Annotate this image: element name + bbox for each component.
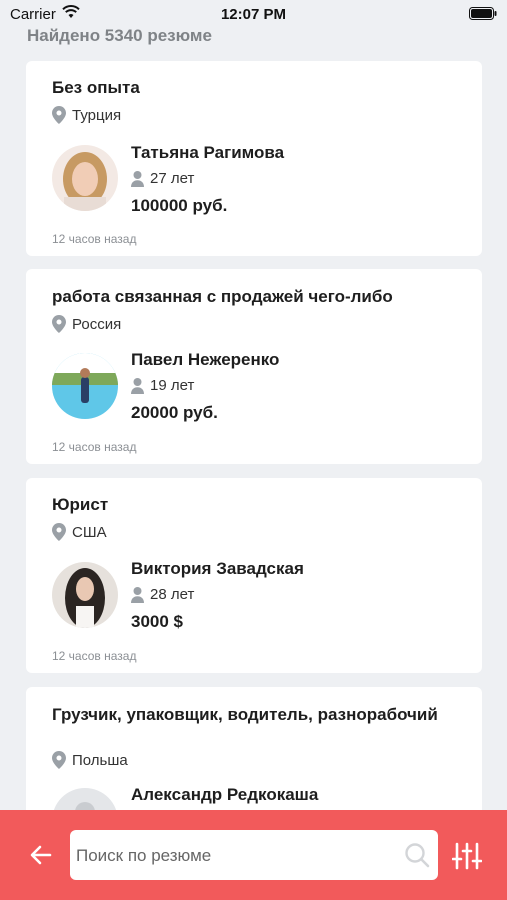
location-pin-icon [52,315,66,333]
location: США [52,523,107,541]
location-label: Турция [72,106,122,124]
location-label: Россия [72,315,122,333]
avatar [52,145,118,211]
battery-icon [469,7,497,24]
resume-card[interactable]: Без опыта Турция Татьяна Рагимова 27 лет… [26,61,482,256]
location-label: США [72,523,107,541]
location-pin-icon [52,523,66,541]
location: Турция [52,106,121,124]
candidate-name: Виктория Завадская [131,559,304,578]
sliders-icon [451,842,483,870]
arrow-left-icon [30,845,52,865]
person-icon [131,377,144,394]
job-title: Без опыта [52,78,140,97]
job-title: работа связанная с продажей чего-либо [52,287,393,306]
salary: 100000 руб. [131,196,228,215]
person-icon [131,170,144,187]
job-title: Юрист [52,495,109,514]
time-ago: 12 часов назад [52,232,137,246]
filter-button[interactable] [451,842,483,870]
time-ago: 12 часов назад [52,649,137,663]
candidate-name: Александр Редкокаша [131,785,319,804]
results-count: Найдено 5340 резюме [27,26,212,45]
age-label: 28 лет [150,586,195,603]
resume-card[interactable]: работа связанная с продажей чего-либо Ро… [26,269,482,464]
time-ago: 12 часов назад [52,440,137,454]
age: 27 лет [131,170,194,187]
resume-card[interactable]: Юрист США Виктория Завадская 28 лет 3000… [26,478,482,673]
location: Польша [52,751,128,769]
avatar [52,353,118,419]
age: 19 лет [131,377,194,394]
age: 28 лет [131,586,194,603]
location-pin-icon [52,106,66,124]
avatar [52,562,118,628]
location-label: Польша [72,751,128,769]
job-title: Грузчик, упаковщик, водитель, разнорабоч… [52,705,438,724]
person-icon [131,586,144,603]
bottom-bar [0,810,507,900]
location-pin-icon [52,751,66,769]
age-label: 27 лет [150,170,195,187]
status-bar: Carrier 12:07 PM [0,0,507,28]
candidate-name: Татьяна Рагимова [131,143,285,162]
salary: 3000 $ [131,612,183,631]
clock: 12:07 PM [220,6,287,23]
location: Россия [52,315,121,333]
candidate-name: Павел Нежеренко [131,350,280,369]
search-box[interactable] [70,830,438,882]
search-input[interactable] [70,830,398,882]
salary: 20000 руб. [131,403,218,422]
search-icon[interactable] [404,842,430,873]
age-label: 19 лет [150,377,195,394]
back-button[interactable] [28,842,54,868]
